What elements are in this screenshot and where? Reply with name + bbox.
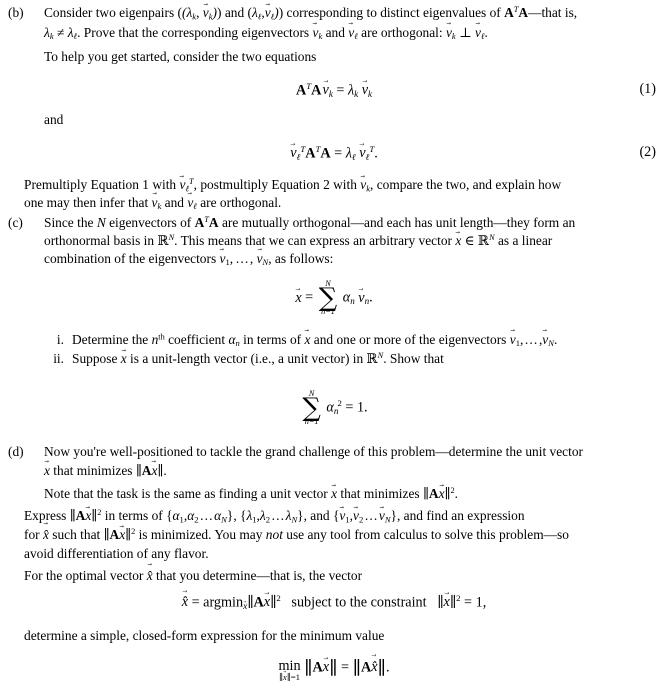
- text: Determine the: [72, 332, 152, 347]
- text: are orthogonal.: [196, 195, 282, 210]
- summation-operator: N ∑ n=1: [318, 279, 338, 317]
- text: Consider two eigenpairs (: [44, 5, 182, 21]
- text: . This means that we can express an arbi…: [174, 233, 456, 249]
- text: }, and {: [297, 508, 340, 524]
- subitem-ii-marker: ii.: [53, 351, 64, 366]
- text: , compare the two, and explain how: [370, 177, 562, 193]
- equation-2: vℓTATA = λℓ vℓT. (2): [0, 145, 668, 162]
- text: . Prove that the corresponding eigenvect…: [77, 25, 313, 40]
- sigma-icon: ∑: [318, 283, 338, 314]
- text: in terms of {: [101, 508, 173, 524]
- constraint-text: subject to the constraint: [291, 594, 427, 611]
- part-c-line-2: orthonormal basis in ℝN. This means that…: [44, 233, 656, 249]
- text: combination of the eigenvectors: [44, 251, 220, 266]
- text: . Show that: [383, 351, 444, 367]
- part-d-line-5: for x̂ such that ∥Ax∥2 is minimized. You…: [24, 527, 658, 543]
- text: one may then infer that: [24, 195, 152, 210]
- text: that minimizes: [49, 463, 136, 478]
- part-b-and-word: and: [44, 112, 64, 127]
- text: and one or more of the eigenvectors: [310, 332, 510, 347]
- part-b-line-3: To help you get started, consider the tw…: [44, 49, 317, 64]
- part-b-line-2: λk ≠ λℓ. Prove that the corresponding ei…: [44, 26, 656, 41]
- part-d-line-8: determine a simple, closed-form expressi…: [24, 628, 385, 643]
- x-hat-symbol: x̂: [43, 528, 49, 542]
- text: orthonormal basis in: [44, 233, 158, 249]
- summation-operator: N ∑ n=1: [302, 389, 321, 427]
- text: and: [322, 25, 349, 40]
- equation-min-value: min ∥x∥=1 ∥Ax∥ = ∥Ax̂∥.: [0, 656, 668, 683]
- text: in terms of: [239, 332, 305, 347]
- text: }, and find an expression: [390, 508, 525, 524]
- part-d-line-1: Now you're well-positioned to tackle the…: [44, 444, 583, 459]
- text: , postmultiply Equation 2 with: [193, 177, 361, 193]
- text: .: [484, 25, 488, 40]
- sigma-icon: ∑: [302, 393, 321, 424]
- part-d-label: (d): [8, 444, 24, 459]
- text: and: [161, 195, 188, 210]
- x-hat-symbol: x̂: [182, 595, 188, 609]
- text: coefficient: [164, 332, 229, 347]
- text: Suppose: [72, 351, 121, 367]
- emphasis-not: not: [265, 527, 283, 543]
- sum-lower-limit: n=1: [304, 417, 319, 427]
- text: is a unit-length vector (i.e., a unit ve…: [126, 351, 367, 367]
- part-b-line-4: Premultiply Equation 1 with vℓT, postmul…: [24, 177, 656, 193]
- text: .: [454, 486, 458, 502]
- equation-unit-sum: N ∑ n=1 αn2 = 1.: [302, 389, 368, 427]
- x-hat-symbol: x̂: [371, 660, 377, 674]
- equation-argmin: x̂ = argminx∥Ax∥2 subject to the constra…: [0, 594, 668, 613]
- part-c-line-3: combination of the eigenvectors v1, … , …: [44, 252, 656, 267]
- text: is minimized. You may: [135, 527, 266, 543]
- sum-lower-limit: n=1: [321, 307, 335, 317]
- text: Since the: [44, 215, 97, 231]
- part-d-line-2: x that minimizes ∥Ax∥.: [44, 463, 658, 478]
- part-d-line-6: avoid differentiation of any flavor.: [24, 546, 209, 561]
- part-c-label: (c): [8, 215, 23, 230]
- document-page: (b) Consider two eigenpairs ((λk, vk)) a…: [0, 0, 668, 686]
- text: for: [24, 527, 43, 543]
- part-c-subitem-ii: ii. Suppose x is a unit-length vector (i…: [42, 351, 658, 367]
- text: that you determine—that is, the vector: [152, 568, 363, 583]
- text: .: [553, 332, 558, 347]
- part-c-subitem-i: i. Determine the nth coefficient αn in t…: [42, 333, 658, 348]
- text: , as follows:: [268, 251, 334, 266]
- part-d-line-7: For the optimal vector x̂ that you deter…: [24, 568, 658, 583]
- part-c-line-1: Since the N eigenvectors of ATA are mutu…: [44, 215, 576, 231]
- text: use any tool from calculus to solve this…: [282, 527, 569, 543]
- equation-expansion: x = N ∑ n=1 αn vn.: [0, 279, 668, 317]
- text: such that: [48, 527, 104, 543]
- text: }, {: [226, 508, 247, 524]
- text: eigenvectors of: [105, 215, 195, 231]
- part-b-line-5: one may then infer that vk and vℓ are or…: [24, 196, 656, 211]
- text: .: [163, 463, 167, 478]
- text: are orthogonal:: [357, 25, 446, 40]
- equation-2-number: (2): [639, 144, 656, 160]
- subitem-i-marker: i.: [56, 332, 64, 347]
- x-hat-symbol: x̂: [147, 569, 153, 583]
- text: —that is,: [528, 5, 578, 21]
- argmin-operator: argmin: [203, 594, 244, 611]
- text: For the optimal vector: [24, 568, 147, 583]
- text: are mutually orthogonal—and each has uni…: [218, 215, 576, 231]
- text: ∈: [461, 233, 478, 249]
- text: ) and (: [217, 5, 252, 21]
- text: as a linear: [494, 233, 553, 249]
- equation-1: ATA vk = λk vk (1): [0, 82, 668, 99]
- equation-1-number: (1): [639, 81, 656, 97]
- part-d-line-3: Note that the task is the same as findin…: [44, 486, 658, 502]
- part-b-label: (b): [8, 5, 24, 20]
- min-constraint: ∥x∥=1: [279, 673, 301, 682]
- min-operator: min ∥x∥=1: [279, 658, 301, 683]
